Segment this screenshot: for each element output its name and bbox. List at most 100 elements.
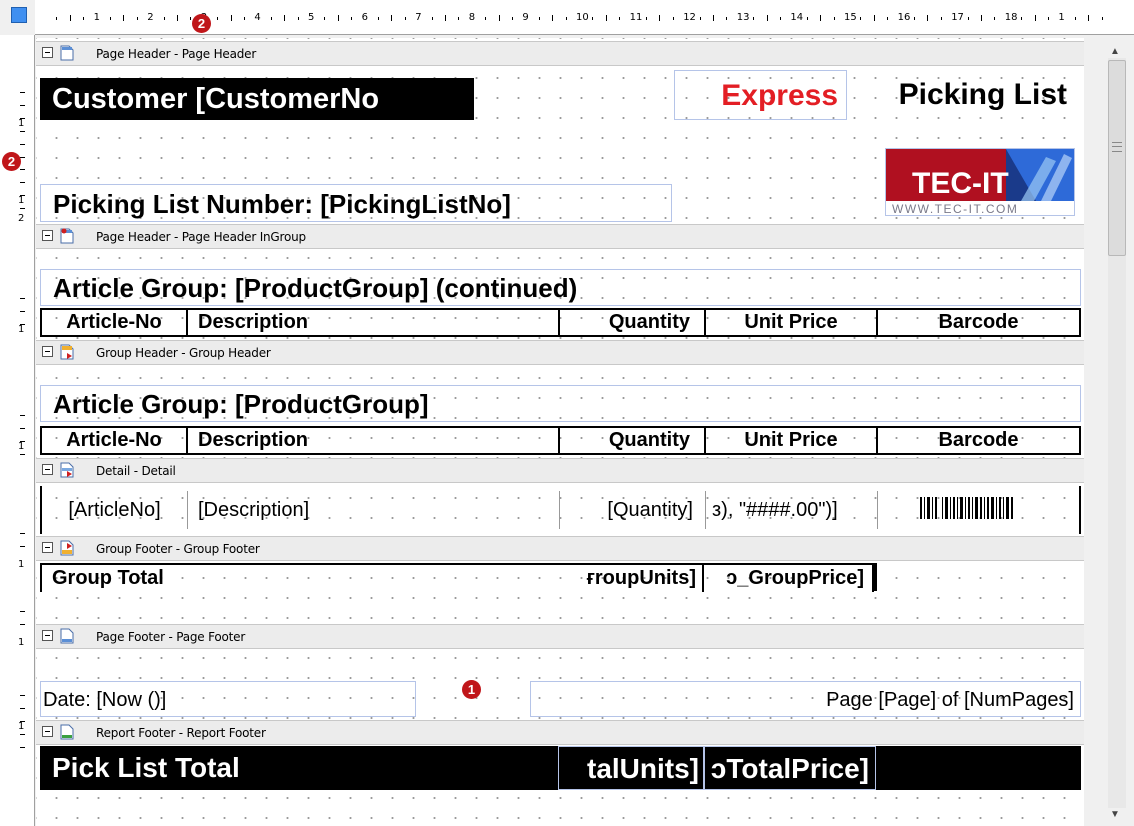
col-description[interactable]: Description xyxy=(188,310,560,335)
band-detail[interactable]: Detail - Detail xyxy=(36,458,1084,483)
ruler-tick xyxy=(217,17,219,20)
col-quantity[interactable]: Quantity xyxy=(560,428,706,453)
ruler-tick xyxy=(646,17,647,20)
collapse-toggle-icon[interactable] xyxy=(42,542,53,553)
ruler-number: 11 xyxy=(629,12,643,23)
unit-price-field[interactable]: з), "####.00")] xyxy=(706,491,878,529)
col-description[interactable]: Description xyxy=(188,428,560,453)
ruler-tick xyxy=(20,415,25,416)
article-group-field[interactable]: Article Group: [ProductGroup] xyxy=(40,385,1081,422)
ruler-tick xyxy=(1034,15,1036,21)
article-group-continued-field[interactable]: Article Group: [ProductGroup] (continued… xyxy=(40,269,1081,306)
ruler-tick xyxy=(110,17,111,20)
ruler-tick xyxy=(699,17,701,20)
ruler-tick xyxy=(20,546,25,547)
picking-list-number-field[interactable]: Picking List Number: [PickingListNo] xyxy=(40,184,672,222)
col-unit-price[interactable]: Unit Price xyxy=(706,310,878,335)
ruler-unit-button[interactable] xyxy=(11,7,27,23)
report-design-canvas[interactable]: Page Header - Page Header Customer [Cust… xyxy=(36,38,1084,826)
callout-marker-1: 1 xyxy=(462,680,481,699)
col-barcode[interactable]: Barcode xyxy=(878,310,1079,335)
ruler-number: 1 xyxy=(18,637,25,648)
column-header-row-ingroup[interactable]: Article-No Description Quantity Unit Pri… xyxy=(40,308,1081,337)
band-page-header[interactable]: Page Header - Page Header xyxy=(36,41,1084,66)
collapse-toggle-icon[interactable] xyxy=(42,726,53,737)
vertical-scrollbar[interactable]: ▲ ▼ xyxy=(1084,38,1134,826)
express-label: Express xyxy=(721,79,838,112)
ruler-tick xyxy=(56,17,58,20)
ruler-number: 1 xyxy=(18,721,25,732)
page-number-field[interactable]: Page [Page] of [NumPages] xyxy=(530,681,1081,717)
total-units-field[interactable]: talUnits] xyxy=(558,746,704,790)
ruler-tick xyxy=(190,17,192,20)
ruler-tick xyxy=(1048,17,1049,20)
ruler-tick xyxy=(806,17,808,20)
ruler-tick xyxy=(20,747,25,748)
ruler-tick xyxy=(659,15,661,21)
col-article-no[interactable]: Article-No xyxy=(42,310,188,335)
ruler-tick xyxy=(69,15,71,21)
article-no-field[interactable]: [ArticleNo] xyxy=(42,491,188,529)
ruler-number: 7 xyxy=(415,12,422,23)
ruler-tick xyxy=(512,17,513,20)
col-unit-price[interactable]: Unit Price xyxy=(706,428,878,453)
collapse-toggle-icon[interactable] xyxy=(42,230,53,241)
date-field[interactable]: Date: [Now ()] xyxy=(40,681,416,717)
ruler-tick xyxy=(940,17,942,20)
ruler-tick xyxy=(860,17,862,20)
express-field[interactable]: Express xyxy=(674,70,847,120)
pick-list-total-label[interactable]: Pick List Total xyxy=(52,746,452,790)
report-footer-row[interactable]: Pick List Total talUnits] ɔTotalPrice] xyxy=(40,746,1081,790)
ruler-number: 8 xyxy=(468,12,476,23)
ruler-tick xyxy=(780,17,781,20)
collapse-toggle-icon[interactable] xyxy=(42,47,53,58)
barcode-field[interactable] xyxy=(912,497,1042,523)
band-label: Page Header - Page Header xyxy=(96,47,257,61)
ruler-tick xyxy=(20,533,25,534)
ruler-tick xyxy=(177,15,178,21)
collapse-toggle-icon[interactable] xyxy=(42,630,53,641)
ruler-number: 2 xyxy=(147,12,154,23)
ruler-tick xyxy=(766,15,768,21)
col-article-no[interactable]: Article-No xyxy=(42,428,188,453)
group-total-label[interactable]: Group Total xyxy=(52,565,452,592)
ruler-tick xyxy=(498,15,500,21)
band-group-footer[interactable]: Group Footer - Group Footer xyxy=(36,536,1084,561)
quantity-field[interactable]: [Quantity] xyxy=(560,491,706,529)
scroll-down-arrow-icon[interactable]: ▼ xyxy=(1110,809,1120,820)
col-quantity[interactable]: Quantity xyxy=(560,310,706,335)
group-footer-row[interactable]: Group Total ғroupUnits] ɔ_GroupPrice] xyxy=(40,563,874,592)
scroll-up-arrow-icon[interactable]: ▲ xyxy=(1110,46,1120,57)
ruler-tick xyxy=(873,15,875,21)
ruler-tick xyxy=(20,105,25,106)
collapse-toggle-icon[interactable] xyxy=(42,464,53,475)
ruler-number: 1 xyxy=(18,441,25,452)
band-page-header-ingroup[interactable]: Page Header - Page Header InGroup xyxy=(36,224,1084,249)
total-price-field[interactable]: ɔTotalPrice] xyxy=(704,746,876,790)
picking-list-title[interactable]: Picking List xyxy=(847,70,1081,120)
ruler-number: 17 xyxy=(951,12,964,23)
ruler-tick xyxy=(20,311,25,312)
scrollbar-thumb[interactable] xyxy=(1108,60,1126,256)
ruler-tick xyxy=(20,695,25,696)
group-price-field[interactable]: ɔ_GroupPrice] xyxy=(704,565,872,592)
description-field[interactable]: [Description] xyxy=(188,491,560,529)
band-group-header[interactable]: Group Header - Group Header xyxy=(36,340,1084,365)
ruler-tick xyxy=(123,15,125,21)
ruler-number: 18 xyxy=(1004,12,1018,23)
band-page-footer[interactable]: Page Footer - Page Footer xyxy=(36,624,1084,649)
band-report-footer[interactable]: Report Footer - Report Footer xyxy=(36,720,1084,745)
customer-field[interactable]: Customer [CustomerNo xyxy=(40,78,474,120)
ruler-tick xyxy=(552,15,554,21)
detail-row[interactable]: [ArticleNo] [Description] [Quantity] з),… xyxy=(40,486,1081,534)
logo-url: WWW.TEC-IT.COM xyxy=(892,202,1018,216)
ruler-tick xyxy=(20,734,25,735)
ruler-tick xyxy=(713,15,714,21)
ruler-number: 5 xyxy=(308,12,315,23)
column-header-row-group[interactable]: Article-No Description Quantity Unit Pri… xyxy=(40,426,1081,455)
collapse-toggle-icon[interactable] xyxy=(42,346,53,357)
col-barcode[interactable]: Barcode xyxy=(878,428,1079,453)
ruler-tick xyxy=(485,17,487,20)
tec-it-logo[interactable]: TEC-IT WWW.TEC-IT.COM xyxy=(885,148,1075,216)
group-units-field[interactable]: ғroupUnits] xyxy=(556,565,704,592)
